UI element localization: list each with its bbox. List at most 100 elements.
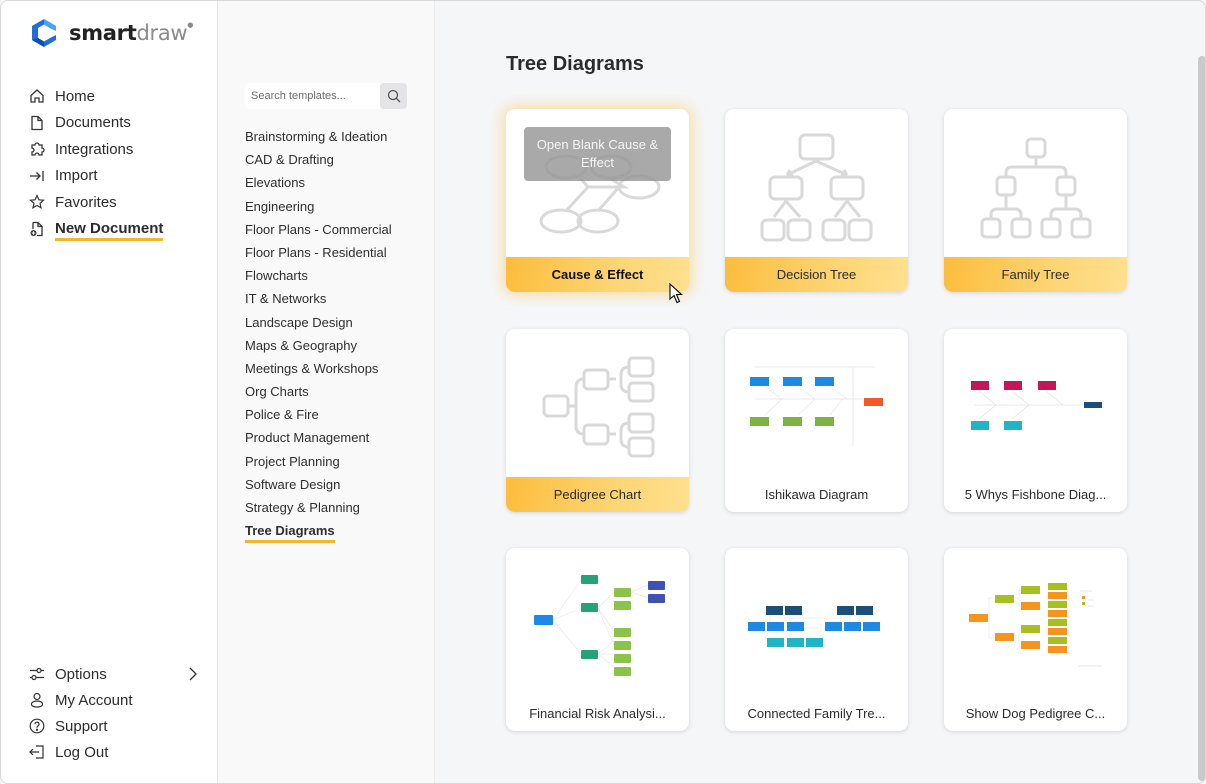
sliders-icon [29, 666, 45, 682]
template-search [245, 83, 407, 109]
card-label: Connected Family Tre... [747, 706, 886, 721]
smartdraw-logo-icon [32, 19, 56, 47]
nav-list: Home Documents Integrations Import Favor… [29, 83, 164, 243]
nav-item-label: Options [55, 665, 107, 683]
help-icon [29, 718, 45, 734]
main-content: Tree Diagrams Open Blank Cause & Effect … [435, 1, 1195, 783]
card-thumbnail [944, 109, 1127, 257]
category-item[interactable]: IT & Networks [245, 287, 392, 310]
nav-item-label: Import [55, 167, 98, 185]
family-tree-icon [980, 137, 1092, 239]
template-card-ishikawa-diagram[interactable]: Ishikawa Diagram [725, 329, 908, 512]
star-icon [29, 194, 45, 210]
card-thumbnail [506, 548, 689, 696]
template-card-cause-effect[interactable]: Open Blank Cause & Effect Cause & Effect [506, 109, 689, 292]
card-thumbnail [725, 329, 908, 477]
category-item[interactable]: Org Charts [245, 380, 392, 403]
home-icon [29, 88, 45, 104]
card-label: 5 Whys Fishbone Diag... [964, 487, 1107, 502]
category-item[interactable]: Elevations [245, 171, 392, 194]
nav-item-label: My Account [55, 691, 133, 709]
nav-bottom-list: Options My Account Support Log Out [29, 661, 199, 765]
category-item[interactable]: CAD & Drafting [245, 148, 392, 171]
category-item-active[interactable]: Tree Diagrams [245, 519, 392, 544]
logo-wordmark: smartdraw● [69, 21, 194, 45]
nav-item-import[interactable]: Import [29, 163, 163, 190]
show-dog-pedigree-thumbnail [969, 583, 1102, 667]
card-label: Show Dog Pedigree C... [965, 706, 1106, 721]
card-label: Family Tree [944, 257, 1127, 292]
smartdraw-logo[interactable]: smartdraw● [29, 18, 193, 48]
card-label: Cause & Effect [506, 257, 689, 292]
pedigree-chart-icon [542, 356, 655, 458]
card-thumbnail [725, 548, 908, 696]
template-card-show-dog-pedigree[interactable]: Show Dog Pedigree C... [944, 548, 1127, 731]
template-card-decision-tree[interactable]: Decision Tree [725, 109, 908, 292]
open-blank-overlay[interactable]: Open Blank Cause & Effect [524, 127, 671, 181]
category-item[interactable]: Engineering [245, 195, 392, 218]
document-icon [29, 115, 45, 131]
category-list: Brainstorming & Ideation CAD & Drafting … [245, 125, 392, 544]
category-item[interactable]: Floor Plans - Residential [245, 241, 392, 264]
template-card-5-whys-fishbone[interactable]: 5 Whys Fishbone Diag... [944, 329, 1127, 512]
logout-icon [29, 744, 45, 760]
vertical-scrollbar[interactable] [1198, 56, 1205, 781]
nav-item-new-document[interactable]: New Document [29, 216, 164, 243]
search-icon [387, 89, 400, 103]
category-item[interactable]: Maps & Geography [245, 334, 392, 357]
nav-item-label: Favorites [55, 193, 117, 211]
chevron-right-icon [189, 667, 197, 681]
financial-risk-thumbnail [534, 575, 665, 676]
category-item[interactable]: Floor Plans - Commercial [245, 218, 392, 241]
ishikawa-thumbnail [750, 366, 883, 447]
mouse-cursor-icon [669, 283, 683, 304]
category-item[interactable]: Police & Fire [245, 403, 392, 426]
template-card-pedigree-chart[interactable]: Pedigree Chart [506, 329, 689, 512]
category-item[interactable]: Project Planning [245, 450, 392, 473]
category-item[interactable]: Flowcharts [245, 264, 392, 287]
connected-family-tree-thumbnail [748, 606, 880, 647]
nav-item-integrations[interactable]: Integrations [29, 136, 163, 163]
nav-item-label: Documents [55, 114, 131, 132]
nav-item-label: Log Out [55, 743, 109, 761]
nav-item-label: Home [55, 87, 96, 105]
nav-item-favorites[interactable]: Favorites [29, 189, 163, 216]
nav-item-options[interactable]: Options [29, 661, 199, 687]
page-title: Tree Diagrams [506, 53, 644, 75]
nav-item-home[interactable]: Home [29, 83, 163, 110]
nav-item-label: New Document [55, 220, 164, 241]
search-input[interactable] [245, 83, 380, 109]
card-thumbnail [944, 329, 1127, 477]
nav-item-documents[interactable]: Documents [29, 110, 163, 137]
search-button[interactable] [380, 83, 407, 109]
category-item[interactable]: Software Design [245, 473, 392, 496]
decision-tree-icon [760, 133, 873, 242]
puzzle-icon [29, 141, 45, 157]
nav-item-support[interactable]: Support [29, 713, 199, 739]
card-thumbnail [944, 548, 1127, 696]
nav-item-label: Integrations [55, 140, 134, 158]
nav-item-log-out[interactable]: Log Out [29, 739, 199, 765]
main-sidebar: smartdraw● Home Documents Integrations I… [1, 1, 218, 783]
category-item[interactable]: Meetings & Workshops [245, 357, 392, 380]
card-thumbnail [725, 109, 908, 257]
category-item[interactable]: Product Management [245, 426, 392, 449]
category-item[interactable]: Landscape Design [245, 311, 392, 334]
card-label: Ishikawa Diagram [764, 487, 869, 502]
app-window: smartdraw● Home Documents Integrations I… [0, 0, 1206, 784]
card-label: Decision Tree [725, 257, 908, 292]
template-card-family-tree[interactable]: Family Tree [944, 109, 1127, 292]
fishbone-thumbnail [971, 381, 1102, 430]
card-label: Financial Risk Analysi... [529, 706, 666, 721]
category-item[interactable]: Brainstorming & Ideation [245, 125, 392, 148]
template-card-connected-family-tree[interactable]: Connected Family Tre... [725, 548, 908, 731]
card-thumbnail [506, 329, 689, 477]
nav-item-my-account[interactable]: My Account [29, 687, 199, 713]
user-icon [29, 692, 45, 708]
import-icon [29, 168, 45, 184]
new-document-icon [29, 221, 45, 237]
category-item[interactable]: Strategy & Planning [245, 496, 392, 519]
nav-item-label: Support [55, 717, 108, 735]
template-card-financial-risk-analysis[interactable]: Financial Risk Analysi... [506, 548, 689, 731]
card-label: Pedigree Chart [506, 477, 689, 512]
